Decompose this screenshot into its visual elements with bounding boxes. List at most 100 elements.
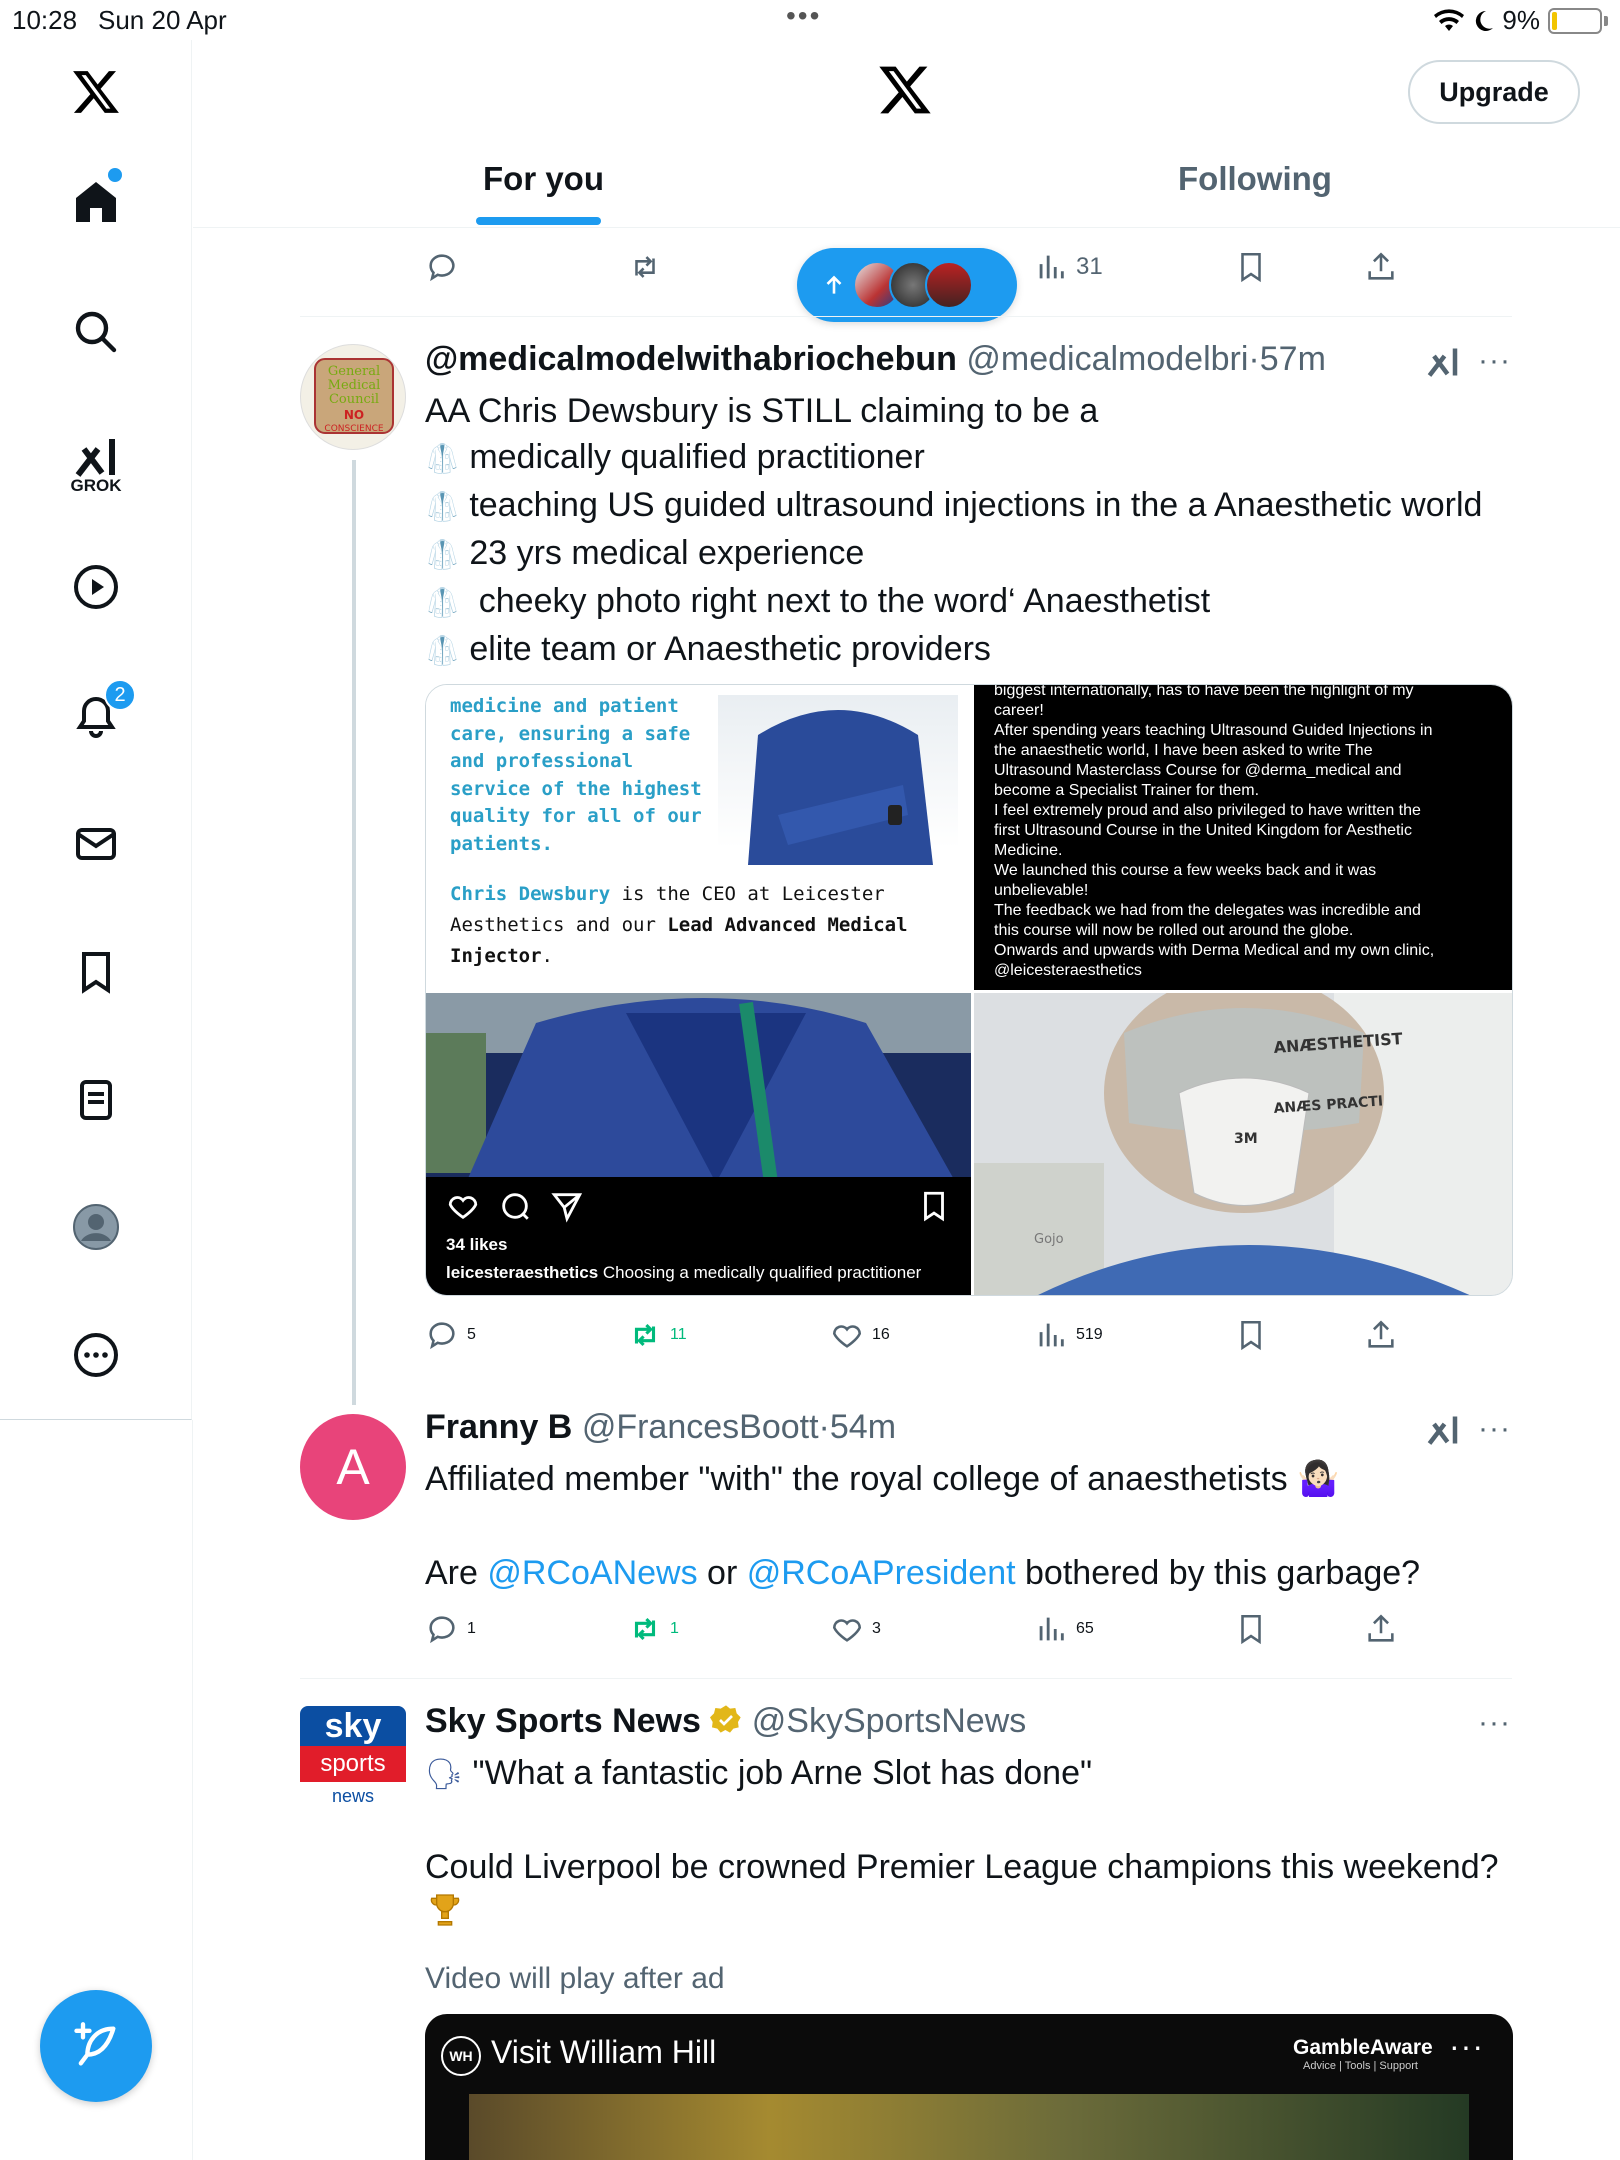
- sidebar-item-more[interactable]: [64, 1323, 128, 1387]
- views-button[interactable]: 65: [1034, 1612, 1094, 1646]
- avatar[interactable]: sky sports news: [300, 1706, 406, 1810]
- views-count: 31: [1076, 253, 1103, 280]
- media-grid[interactable]: medicine and patient care, ensuring a sa…: [425, 684, 1513, 1296]
- reply-button[interactable]: [425, 250, 459, 284]
- repost-icon: [634, 1323, 656, 1347]
- post-time[interactable]: 57m: [1260, 340, 1326, 378]
- repost-button[interactable]: 11: [628, 1318, 687, 1352]
- share-button[interactable]: [1364, 250, 1398, 284]
- sidebar-item-notifications[interactable]: 2: [64, 679, 136, 749]
- grok-explain-icon[interactable]: [1425, 1412, 1461, 1448]
- media-image-1[interactable]: medicine and patient care, ensuring a sa…: [426, 685, 971, 990]
- bookmark-button[interactable]: [1234, 1612, 1268, 1646]
- post-line: 🥼 23 yrs medical experience: [425, 534, 865, 572]
- like-count: 16: [872, 1326, 890, 1343]
- post-line: Are @RCoANews or @RCoAPresident bothered…: [425, 1554, 1421, 1592]
- post-header: @medicalmodelwithabriochebun @medicalmod…: [425, 340, 1326, 378]
- post-line: 🥼 cheeky photo right next to the word‘ A…: [425, 582, 1211, 620]
- compose-post-button[interactable]: [40, 1990, 152, 2102]
- pill-avatars: [853, 261, 973, 309]
- comment-icon: [502, 1193, 529, 1220]
- sidebar-item-explore[interactable]: [64, 300, 128, 364]
- bookmark-button[interactable]: [1234, 1318, 1268, 1352]
- battery-percent: 9%: [1502, 5, 1540, 35]
- upgrade-button[interactable]: Upgrade: [1408, 60, 1580, 124]
- sidebar-item-profile[interactable]: [64, 1195, 128, 1259]
- display-name[interactable]: Franny B: [425, 1408, 572, 1446]
- grok-explain-icon[interactable]: [1425, 344, 1461, 380]
- repost-count: 11: [670, 1326, 687, 1343]
- svg-text:General: General: [328, 364, 380, 379]
- mention-link[interactable]: @RCoANews: [487, 1554, 697, 1592]
- bookmark-icon: [82, 952, 110, 994]
- sidebar-item-home[interactable]: [64, 168, 128, 234]
- display-name[interactable]: @medicalmodelwithabriochebun: [425, 340, 957, 378]
- ad-title[interactable]: Visit William Hill: [491, 2034, 716, 2071]
- multitask-dots-icon[interactable]: •••: [786, 0, 821, 32]
- media-image-2[interactable]: biggest internationally, has to have bee…: [974, 685, 1512, 990]
- avatar[interactable]: General Medical Council NO CONSCIENCE: [300, 344, 406, 450]
- mention-link[interactable]: @RCoAPresident: [747, 1554, 1016, 1592]
- sidebar-border: [192, 1420, 193, 2160]
- wifi-icon: [1434, 8, 1465, 31]
- post-time[interactable]: 54m: [830, 1408, 896, 1446]
- media-image-3[interactable]: 34 likes leicesteraesthetics Choosing a …: [426, 993, 971, 1295]
- post-line: 🥼 medically qualified practitioner: [425, 438, 925, 476]
- card1-bio: Chris Dewsbury is the CEO at Leicester A…: [450, 883, 908, 967]
- reply-button[interactable]: 5: [425, 1318, 476, 1352]
- share-button[interactable]: [1364, 1318, 1398, 1352]
- views-button[interactable]: 519: [1034, 1318, 1103, 1352]
- sidebar-item-videos[interactable]: [64, 555, 128, 619]
- views-button[interactable]: 31: [1034, 250, 1103, 284]
- post-body: Affiliated member "with" the royal colle…: [425, 1456, 1420, 1596]
- post-header: Sky Sports News @SkySportsNews: [425, 1702, 1026, 1741]
- scrubs-photo: [718, 695, 958, 865]
- reply-button[interactable]: 1: [425, 1612, 476, 1646]
- media-image-4[interactable]: ANÆSTHETIST ANÆS PRACTI 3M Gojo: [974, 993, 1512, 1295]
- handle[interactable]: @FrancesBoott: [582, 1408, 819, 1446]
- like-button[interactable]: 3: [830, 1612, 881, 1646]
- display-name[interactable]: Sky Sports News: [425, 1702, 701, 1740]
- svg-text:NO: NO: [344, 408, 364, 422]
- timeline-header: Upgrade For you Following: [193, 40, 1620, 228]
- william-hill-logo-icon: WH: [441, 2036, 481, 2076]
- avatar[interactable]: A: [300, 1414, 406, 1520]
- bookmark-button[interactable]: [1234, 250, 1268, 284]
- tab-following[interactable]: Following: [1178, 160, 1332, 198]
- handle[interactable]: @medicalmodelbri: [966, 340, 1248, 378]
- battery-icon: [1548, 7, 1602, 34]
- post-body: 🗣 "What a fantastic job Arne Slot has do…: [425, 1750, 1499, 1942]
- repost-button[interactable]: 1: [628, 1612, 679, 1646]
- gambleaware-label: GambleAware: [1293, 2036, 1433, 2059]
- feather-plus-icon: [74, 2022, 116, 2066]
- gambleaware-sub: Advice | Tools | Support: [1303, 2060, 1418, 2072]
- more-options-icon[interactable]: ···: [1478, 1706, 1511, 1740]
- x-logo-icon[interactable]: [64, 60, 128, 124]
- repost-button[interactable]: [628, 250, 662, 284]
- more-circle-icon: [74, 1333, 118, 1377]
- video-player[interactable]: WH Visit William Hill GambleAware Advice…: [425, 2014, 1513, 2160]
- share-icon: [1368, 252, 1394, 280]
- post-line: 🥼 teaching US guided ultrasound injectio…: [425, 486, 1483, 524]
- sidebar-item-lists[interactable]: [64, 1068, 128, 1132]
- more-options-icon[interactable]: ···: [1478, 344, 1511, 378]
- share-button[interactable]: [1364, 1612, 1398, 1646]
- video-more-icon[interactable]: ···: [1449, 2028, 1484, 2065]
- x-logo-icon[interactable]: [877, 62, 933, 123]
- list-document-icon: [80, 1080, 112, 1120]
- like-button[interactable]: 16: [830, 1318, 890, 1352]
- moon-icon: [1476, 10, 1494, 31]
- tab-for-you[interactable]: For you: [483, 160, 604, 198]
- heart-icon: [832, 1325, 862, 1348]
- more-options-icon[interactable]: ···: [1478, 1412, 1511, 1446]
- status-indicators: 9%: [1434, 5, 1608, 36]
- sidebar-item-messages[interactable]: [64, 812, 128, 876]
- notifications-badge: 2: [104, 679, 136, 711]
- views-count: 65: [1076, 1620, 1094, 1637]
- new-posts-pill[interactable]: [797, 248, 1017, 322]
- coat-emoji-icon: 🥼: [425, 635, 460, 666]
- sidebar-item-bookmarks[interactable]: [64, 940, 128, 1004]
- handle[interactable]: @SkySportsNews: [752, 1702, 1026, 1740]
- play-circle-icon: [74, 565, 118, 609]
- grok-label: GROK: [70, 476, 122, 495]
